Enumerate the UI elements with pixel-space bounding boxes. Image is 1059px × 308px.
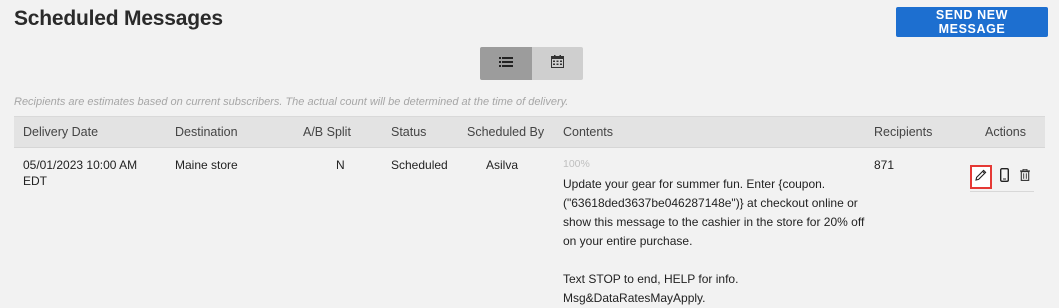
recipients-note: Recipients are estimates based on curren…	[14, 96, 569, 108]
table-header: Delivery Date Destination A/B Split Stat…	[14, 117, 1045, 148]
calendar-icon	[550, 54, 564, 73]
phone-icon	[999, 167, 1009, 187]
recipients-cell: 871	[874, 158, 895, 172]
row-actions	[970, 165, 1034, 192]
message-body: Update your gear for summer fun. Enter {…	[563, 177, 865, 248]
page-title: Scheduled Messages	[14, 7, 223, 30]
list-view-button[interactable]	[480, 47, 532, 80]
column-header-destination[interactable]: Destination	[175, 125, 238, 139]
delivery-date-cell: 05/01/2023 10:00 AM EDT	[23, 158, 138, 188]
scheduled-by-cell: Asilva	[486, 158, 519, 172]
column-header-status[interactable]: Status	[391, 125, 426, 139]
column-header-recipients[interactable]: Recipients	[874, 125, 932, 139]
send-new-message-button[interactable]: SEND NEW MESSAGE	[896, 7, 1048, 37]
contents-percent: 100%	[563, 158, 590, 170]
pencil-icon	[975, 168, 987, 186]
edit-button[interactable]	[970, 165, 992, 189]
column-header-scheduled-by[interactable]: Scheduled By	[467, 125, 544, 139]
delete-button[interactable]	[1018, 167, 1032, 187]
column-header-delivery-date[interactable]: Delivery Date	[23, 125, 98, 139]
calendar-view-button[interactable]	[531, 47, 583, 80]
column-header-actions: Actions	[985, 125, 1026, 139]
ab-split-cell: N	[336, 158, 345, 172]
status-cell: Scheduled	[391, 158, 448, 172]
column-header-contents[interactable]: Contents	[563, 125, 613, 139]
preview-button[interactable]	[997, 167, 1011, 187]
trash-icon	[1020, 168, 1030, 186]
view-toggle	[480, 47, 583, 80]
column-header-ab-split[interactable]: A/B Split	[303, 125, 351, 139]
scheduled-messages-table: Delivery Date Destination A/B Split Stat…	[14, 116, 1045, 305]
contents-cell: 100% Update your gear for summer fun. En…	[563, 157, 868, 308]
list-icon	[498, 55, 513, 73]
message-footer: Text STOP to end, HELP for info. Msg&Dat…	[563, 272, 739, 305]
destination-cell: Maine store	[175, 158, 238, 172]
